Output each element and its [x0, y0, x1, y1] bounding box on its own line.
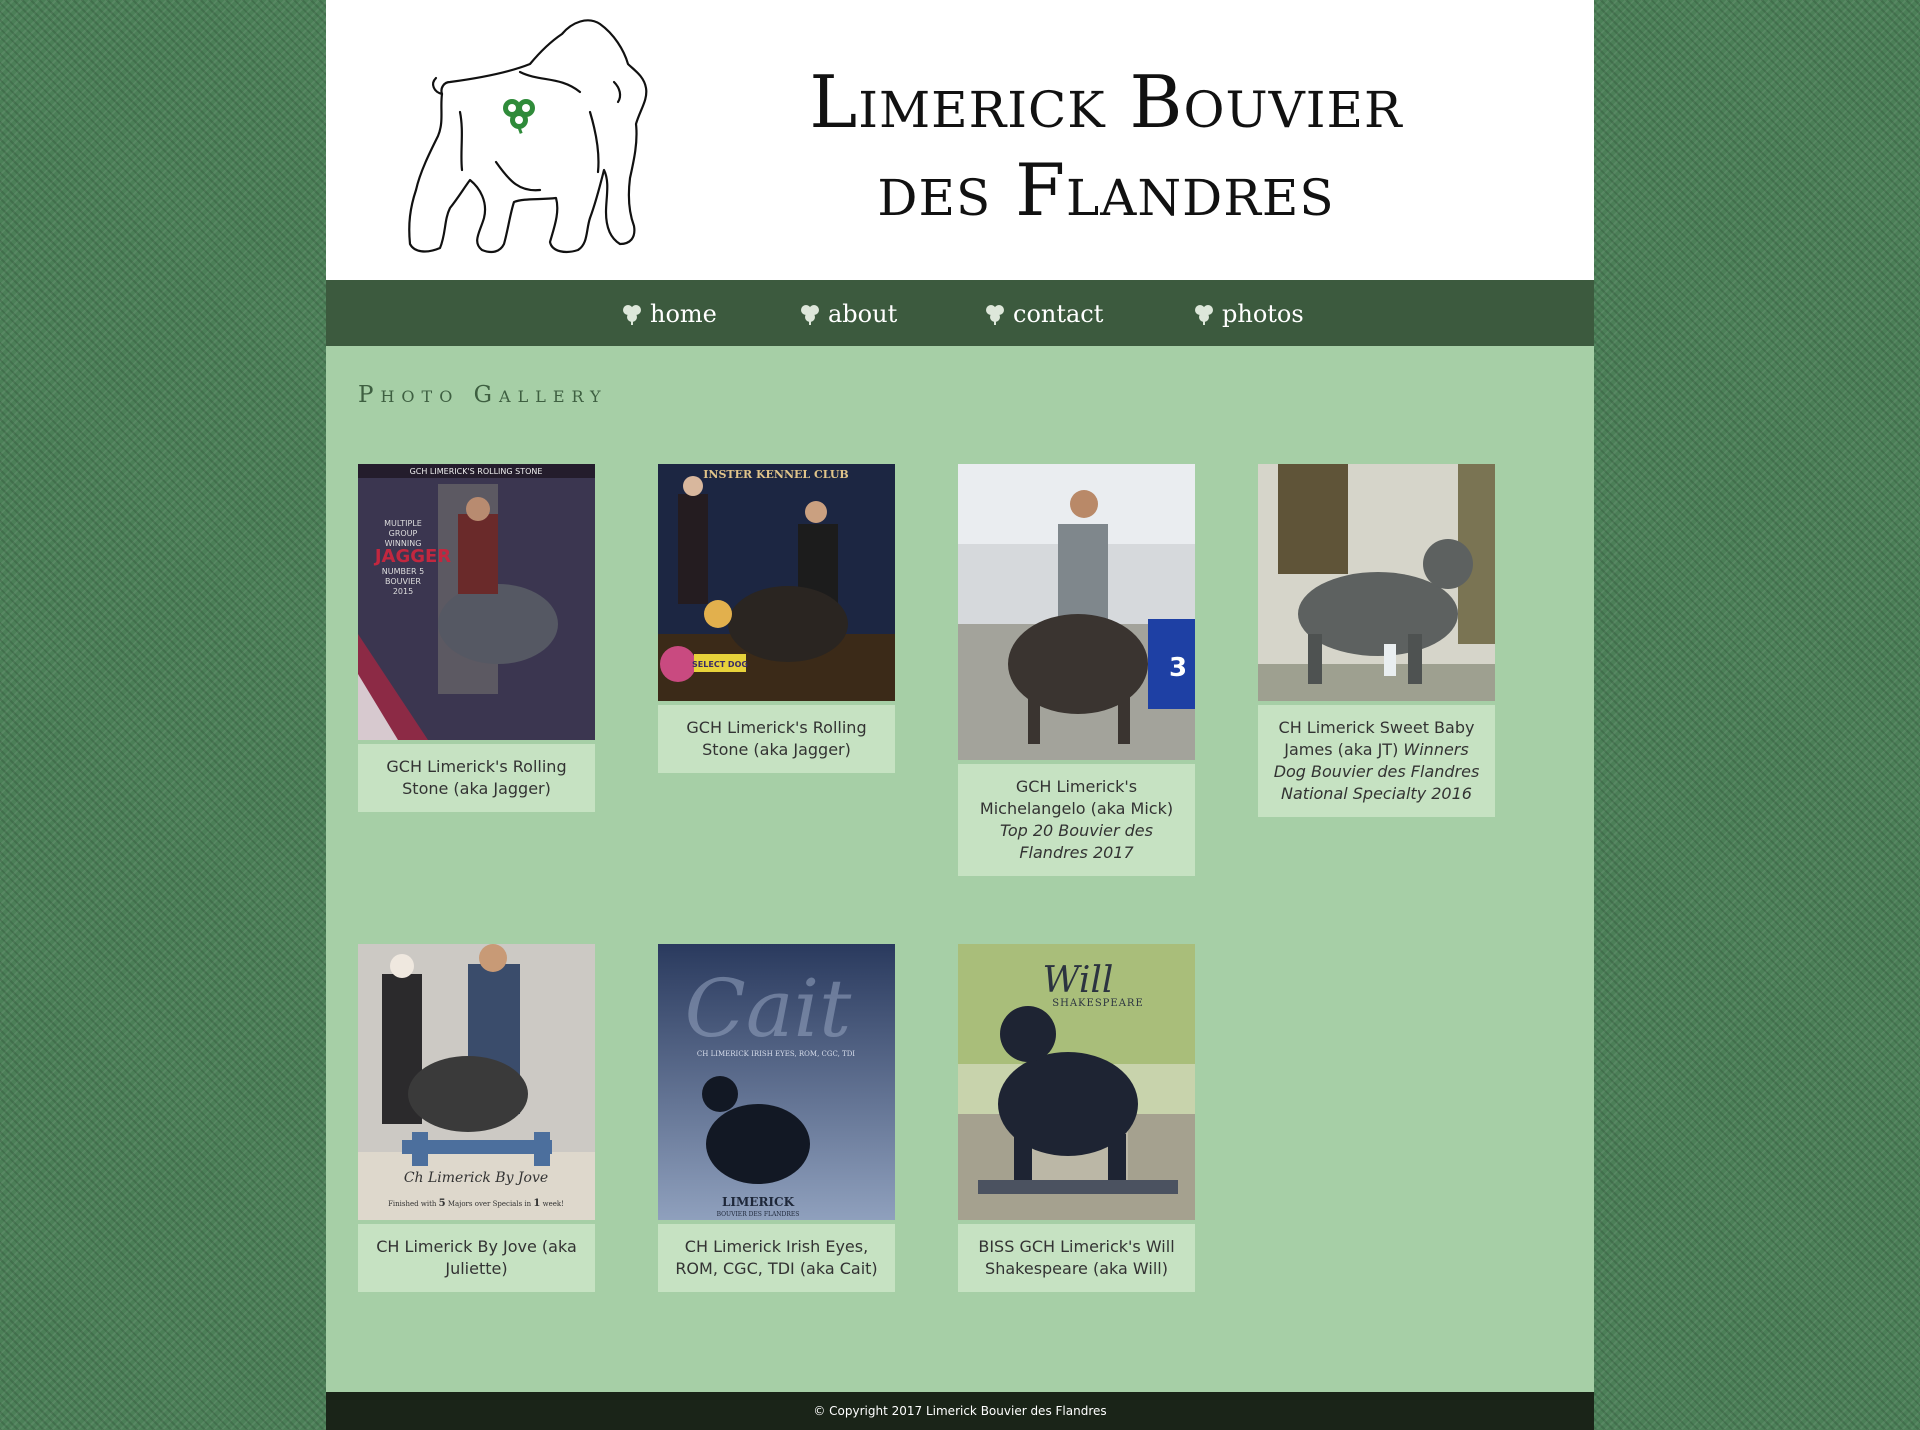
gallery-item[interactable]: Will SHAKESPEARE BISS GCH Limerick's Wil… — [958, 944, 1195, 1292]
nav-home-label: home — [650, 300, 717, 328]
caption-text: GCH Limerick's Rolling Stone (aka Jagger… — [386, 757, 567, 798]
gallery-photo[interactable]: GCH LIMERICK'S ROLLING STONE MULTIPLE GR… — [358, 464, 595, 740]
page-title: Photo Gallery — [358, 382, 608, 408]
gallery-item[interactable]: Cait CH LIMERICK IRISH EYES, ROM, CGC, T… — [658, 944, 895, 1292]
nav-contact-label: contact — [1013, 300, 1104, 328]
banner-text: INSTER KENNEL CLUB — [703, 468, 848, 481]
poster-script: Cait — [685, 962, 852, 1055]
gallery-item[interactable]: 3 GCH Limerick's Michelangelo (aka Mick)… — [958, 464, 1195, 876]
caption-text: CH Limerick By Jove (aka Juliette) — [376, 1237, 577, 1278]
caption-text: GCH Limerick's Michelangelo (aka Mick) — [979, 777, 1174, 818]
caption-text: BISS GCH Limerick's Will Shakespeare (ak… — [978, 1237, 1175, 1278]
shamrock-icon — [986, 305, 1004, 325]
shamrock-icon — [1195, 305, 1213, 325]
poster-sub: SHAKESPEARE — [1052, 998, 1144, 1009]
gallery-photo[interactable]: Ch Limerick By Jove Finished with 5 Majo… — [358, 944, 595, 1220]
page-container: Limerick Bouvier des Flandres home about… — [326, 0, 1594, 1430]
gallery-caption: CH Limerick By Jove (aka Juliette) — [358, 1224, 595, 1292]
copyright-text: © Copyright 2017 Limerick Bouvier des Fl… — [813, 1404, 1107, 1418]
dog-logo-icon[interactable] — [400, 12, 650, 262]
caption-text: CH Limerick Irish Eyes, ROM, CGC, TDI (a… — [675, 1237, 878, 1278]
poster-brand-sub: BOUVIER DES FLANDRES — [717, 1211, 800, 1218]
gallery-photo[interactable] — [1258, 464, 1495, 701]
poster-sub: CH LIMERICK IRISH EYES, ROM, CGC, TDI — [697, 1050, 855, 1058]
poster-line: 2015 — [393, 587, 413, 596]
poster-note: Finished with 5 Majors over Specials in … — [388, 1198, 564, 1209]
poster-script: Ch Limerick By Jove — [404, 1170, 548, 1186]
poster-line: NUMBER 5 — [382, 567, 424, 576]
gallery-photo[interactable]: 3 — [958, 464, 1195, 760]
gallery-item[interactable]: GCH LIMERICK'S ROLLING STONE MULTIPLE GR… — [358, 464, 595, 812]
nav-contact[interactable]: contact — [983, 296, 1103, 332]
gallery-item[interactable]: CH Limerick Sweet Baby James (aka JT) Wi… — [1258, 464, 1495, 817]
nav-photos[interactable]: photos — [1192, 296, 1304, 332]
ring-number: 3 — [1169, 653, 1187, 683]
poster-line: MULTIPLE — [384, 519, 422, 528]
gallery-caption: GCH Limerick's Rolling Stone (aka Jagger… — [658, 705, 895, 773]
sign-text: SELECT DOG — [692, 660, 748, 669]
poster-script: Will — [1043, 960, 1114, 1001]
gallery-caption: GCH Limerick's Michelangelo (aka Mick) T… — [958, 764, 1195, 876]
gallery-photo[interactable]: SELECT DOG INSTER KENNEL CLUB — [658, 464, 895, 701]
main-nav: home about contact photos — [326, 280, 1594, 346]
nav-about[interactable]: about — [798, 296, 897, 332]
nav-home[interactable]: home — [620, 296, 717, 332]
nav-photos-label: photos — [1222, 300, 1304, 328]
caption-highlight: Top 20 Bouvier des Flandres 2017 — [1000, 821, 1153, 862]
gallery-caption: BISS GCH Limerick's Will Shakespeare (ak… — [958, 1224, 1195, 1292]
site-footer: © Copyright 2017 Limerick Bouvier des Fl… — [326, 1392, 1594, 1430]
gallery-item[interactable]: SELECT DOG INSTER KENNEL CLUB GCH Limeri… — [658, 464, 895, 773]
gallery-item[interactable]: Ch Limerick By Jove Finished with 5 Majo… — [358, 944, 595, 1292]
poster-brand: LIMERICK — [722, 1195, 795, 1209]
gallery-photo[interactable]: Will SHAKESPEARE — [958, 944, 1195, 1220]
poster-name: JAGGER — [373, 546, 451, 567]
poster-line: GROUP — [389, 529, 418, 538]
gallery-caption: GCH Limerick's Rolling Stone (aka Jagger… — [358, 744, 595, 812]
gallery-caption: CH Limerick Irish Eyes, ROM, CGC, TDI (a… — [658, 1224, 895, 1292]
gallery-caption: CH Limerick Sweet Baby James (aka JT) Wi… — [1258, 705, 1495, 817]
poster-top-text: GCH LIMERICK'S ROLLING STONE — [410, 467, 543, 476]
caption-text: GCH Limerick's Rolling Stone (aka Jagger… — [686, 718, 867, 759]
gallery-photo[interactable]: Cait CH LIMERICK IRISH EYES, ROM, CGC, T… — [658, 944, 895, 1220]
poster-line: BOUVIER — [385, 577, 421, 586]
site-title: Limerick Bouvier des Flandres — [809, 60, 1403, 232]
site-header: Limerick Bouvier des Flandres — [326, 0, 1594, 280]
shamrock-icon — [801, 305, 819, 325]
shamrock-icon — [623, 305, 641, 325]
nav-about-label: about — [828, 300, 898, 328]
